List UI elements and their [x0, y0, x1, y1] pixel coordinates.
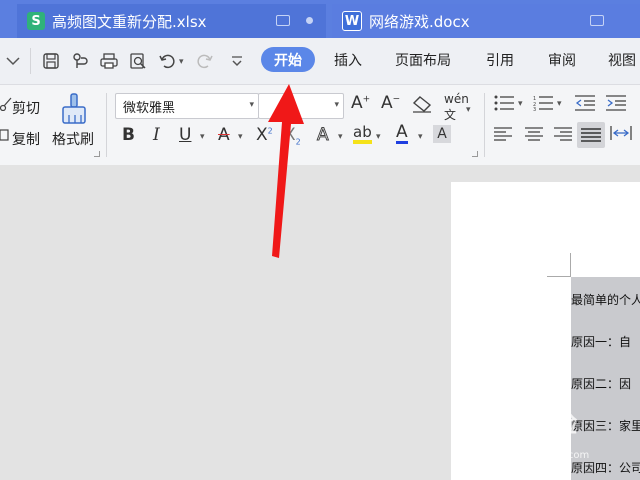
spreadsheet-logo-icon: S: [27, 12, 45, 30]
margin-mark-vertical: [570, 253, 571, 277]
format-painter-icon[interactable]: [60, 93, 90, 125]
monitor-icon[interactable]: [276, 15, 290, 26]
svg-text:3: 3: [533, 107, 536, 111]
font-name-select[interactable]: 微软雅黑 ▾: [115, 93, 259, 119]
menu-tab-start[interactable]: 开始: [261, 47, 315, 72]
shrink-font-icon[interactable]: A−: [381, 93, 400, 113]
grow-font-icon[interactable]: A+: [351, 93, 370, 113]
chevron-down-icon[interactable]: ▾: [200, 132, 205, 142]
chevron-down-icon[interactable]: ▾: [466, 105, 471, 115]
distributed-align-icon[interactable]: [610, 125, 632, 141]
clear-format-icon[interactable]: [412, 95, 432, 113]
font-launcher-icon[interactable]: [472, 151, 478, 157]
watermark-logo: Bai 经验: [478, 410, 578, 438]
cut-button[interactable]: 剪切: [12, 98, 40, 118]
margin-mark-horizontal: [547, 276, 571, 277]
chevron-down-icon[interactable]: ▾: [518, 99, 523, 109]
tab-xlsx[interactable]: S 高频图文重新分配.xlsx: [17, 4, 326, 38]
menu-bar: ▾ 开始 插入 页面布局 引用 审阅 视图: [0, 38, 640, 85]
document-line[interactable]: 原因一：自: [571, 333, 631, 350]
print-preview-icon[interactable]: [129, 52, 147, 70]
undo-icon[interactable]: [158, 52, 176, 70]
chevron-down-icon[interactable]: ▾: [418, 132, 423, 142]
subscript-icon[interactable]: X2: [284, 125, 301, 146]
tab-docx-title: 网络游戏.docx: [369, 12, 470, 31]
save-icon[interactable]: [42, 52, 60, 70]
strikethrough-icon[interactable]: A: [218, 125, 230, 145]
tab-docx[interactable]: W 网络游戏.docx: [332, 4, 640, 38]
document-line[interactable]: 原因二：因: [571, 375, 631, 392]
align-center-icon[interactable]: [524, 127, 544, 141]
document-line[interactable]: 原因四：公司: [571, 459, 640, 476]
text-effect-icon[interactable]: A: [317, 125, 330, 146]
highlight-icon[interactable]: ab: [353, 124, 372, 144]
chevron-down-icon[interactable]: [4, 52, 22, 70]
align-right-icon[interactable]: [552, 127, 572, 141]
document-line[interactable]: 原因三：家里: [571, 417, 640, 434]
chevron-down-icon: ▾: [334, 100, 339, 110]
dot-icon[interactable]: [306, 17, 313, 24]
divider: [30, 48, 31, 74]
clipboard-launcher-icon[interactable]: [94, 151, 100, 157]
format-painter-button[interactable]: 格式刷: [52, 129, 94, 149]
share-icon[interactable]: [72, 52, 90, 70]
char-shading-icon[interactable]: A: [433, 125, 451, 143]
divider: [484, 93, 485, 157]
copy-icon: [0, 129, 9, 141]
font-color-icon[interactable]: A: [396, 123, 408, 144]
menu-tab-insert[interactable]: 插入: [334, 50, 362, 70]
chevron-down-icon[interactable]: ▾: [238, 132, 243, 142]
bold-icon[interactable]: B: [122, 125, 135, 145]
document-line[interactable]: 最简单的个人: [571, 291, 640, 308]
tab-xlsx-title: 高频图文重新分配.xlsx: [52, 12, 207, 31]
divider: [106, 93, 107, 157]
ribbon-home: 剪切 复制 格式刷 微软雅黑 ▾ ▾ A+ A− wén 文 ▾ B I U ▾ …: [0, 85, 640, 166]
increase-indent-icon[interactable]: [606, 95, 628, 111]
numbered-list-icon[interactable]: 1 2 3: [533, 95, 555, 111]
customize-dropdown-icon[interactable]: [228, 52, 246, 70]
underline-icon[interactable]: U: [179, 125, 191, 145]
menu-tab-references[interactable]: 引用: [486, 50, 514, 70]
scissors-icon: [0, 97, 12, 111]
decrease-indent-icon[interactable]: [575, 95, 597, 111]
chevron-down-icon[interactable]: ▾: [338, 132, 343, 142]
menu-tab-review[interactable]: 审阅: [548, 50, 576, 70]
print-icon[interactable]: [100, 52, 118, 70]
chevron-down-icon[interactable]: ▾: [557, 99, 562, 109]
justify-button[interactable]: [577, 122, 605, 148]
justify-icon: [581, 128, 601, 142]
chevron-down-icon[interactable]: ▾: [376, 132, 381, 142]
monitor-icon[interactable]: [590, 15, 604, 26]
chevron-down-icon: ▾: [249, 100, 254, 110]
bullet-list-icon[interactable]: [494, 95, 516, 111]
copy-button[interactable]: 复制: [12, 129, 40, 149]
document-logo-icon: W: [342, 11, 362, 31]
italic-icon[interactable]: I: [153, 125, 160, 145]
font-size-select[interactable]: ▾: [258, 93, 344, 119]
title-tab-bar: S 高频图文重新分配.xlsx W 网络游戏.docx: [0, 0, 640, 38]
menu-tab-page-layout[interactable]: 页面布局: [395, 50, 451, 70]
watermark-url: jingyan.baidu.com: [497, 450, 590, 461]
superscript-icon[interactable]: X2: [256, 125, 273, 145]
redo-icon[interactable]: [196, 52, 214, 70]
align-left-icon[interactable]: [494, 127, 514, 141]
font-name-value: 微软雅黑: [123, 101, 176, 116]
undo-dropdown-icon[interactable]: ▾: [179, 57, 184, 67]
menu-tab-view[interactable]: 视图: [608, 50, 636, 70]
